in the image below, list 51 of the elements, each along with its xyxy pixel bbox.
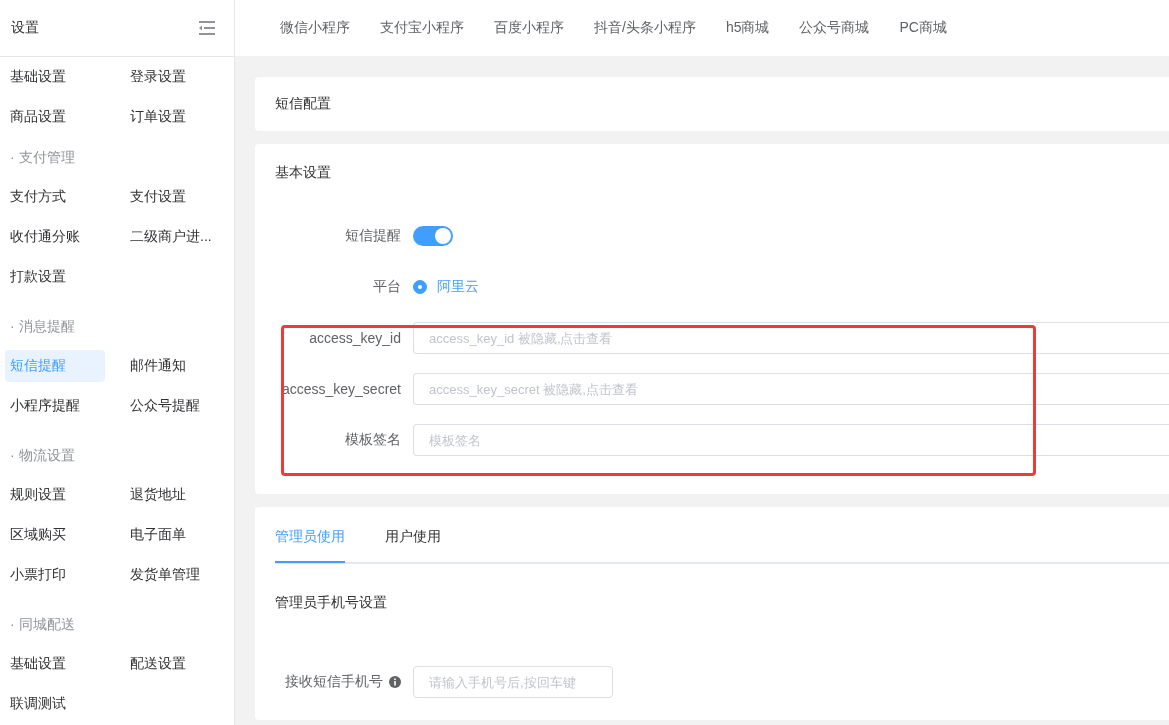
platform-tab[interactable]: 公众号商城 (799, 19, 870, 37)
section-title: 基本设置 (274, 163, 332, 182)
sidebar-section-title: · 物流设置 (9, 446, 76, 465)
sidebar-item[interactable]: 小票打印 (5, 559, 105, 591)
section-title: 管理员手机号设置 (274, 593, 388, 612)
sidebar-item[interactable]: 收付通分账 (5, 221, 105, 253)
phone-input[interactable]: 请输入手机号后,按回车键 (413, 666, 613, 698)
sidebar-section-title: · 支付管理 (9, 148, 76, 167)
sidebar-item[interactable]: 发货单管理 (125, 559, 225, 591)
field-label: access_key_secret (280, 381, 402, 397)
sidebar-item[interactable]: 二级商户进... (125, 221, 225, 253)
sidebar-item[interactable]: 电子面单 (125, 519, 225, 551)
field-label: 接收短信手机号 (285, 673, 383, 691)
sidebar-section-title: · 同城配送 (9, 615, 76, 634)
sidebar-item[interactable]: 订单设置 (125, 101, 225, 133)
sidebar-item[interactable]: 打款设置 (5, 261, 105, 293)
input-field[interactable]: 模板签名 (413, 424, 1169, 456)
sidebar-item[interactable]: 基础设置 (5, 61, 105, 93)
sidebar-item[interactable]: 登录设置 (125, 61, 225, 93)
field-label: 短信提醒 (344, 227, 402, 245)
platform-tab[interactable]: h5商城 (725, 19, 770, 37)
sidebar-item[interactable]: 联调测试 (5, 688, 105, 720)
sidebar-item[interactable]: 规则设置 (5, 479, 105, 511)
toggle-switch[interactable] (413, 226, 453, 246)
field-label: 平台 (372, 278, 402, 296)
info-icon[interactable] (389, 676, 401, 688)
sidebar-section-title: · 消息提醒 (9, 317, 76, 336)
sidebar-item[interactable]: 区域购买 (5, 519, 105, 551)
field-label: 模板签名 (344, 431, 402, 449)
sidebar-item[interactable]: 基础设置 (5, 648, 105, 680)
sidebar-item[interactable]: 支付设置 (125, 181, 225, 213)
platform-tab[interactable]: PC商城 (899, 19, 947, 37)
sidebar-item[interactable]: 邮件通知 (125, 350, 225, 382)
sidebar-item[interactable]: 小程序提醒 (5, 390, 105, 422)
platform-tab[interactable]: 抖音/头条小程序 (594, 19, 696, 37)
usage-tab[interactable]: 用户使用 (385, 508, 441, 563)
card-title: 短信配置 (275, 95, 331, 113)
sidebar-item[interactable]: 支付方式 (5, 181, 105, 213)
input-field[interactable]: access_key_secret 被隐藏,点击查看 (413, 373, 1169, 405)
sidebar-item[interactable]: 退货地址 (125, 479, 225, 511)
sidebar-item[interactable]: 公众号提醒 (125, 390, 225, 422)
sidebar-item[interactable]: 商品设置 (5, 101, 105, 133)
sidebar-title: 设置 (11, 19, 39, 37)
sidebar-item[interactable]: 配送设置 (125, 648, 225, 680)
field-label: access_key_id (308, 330, 402, 346)
input-field[interactable]: access_key_id 被隐藏,点击查看 (413, 322, 1169, 354)
menu-icon[interactable] (198, 20, 216, 36)
radio-button[interactable] (413, 280, 427, 294)
platform-tab[interactable]: 百度小程序 (494, 19, 564, 37)
platform-tab[interactable]: 微信小程序 (280, 19, 350, 37)
platform-tab[interactable]: 支付宝小程序 (380, 19, 464, 37)
